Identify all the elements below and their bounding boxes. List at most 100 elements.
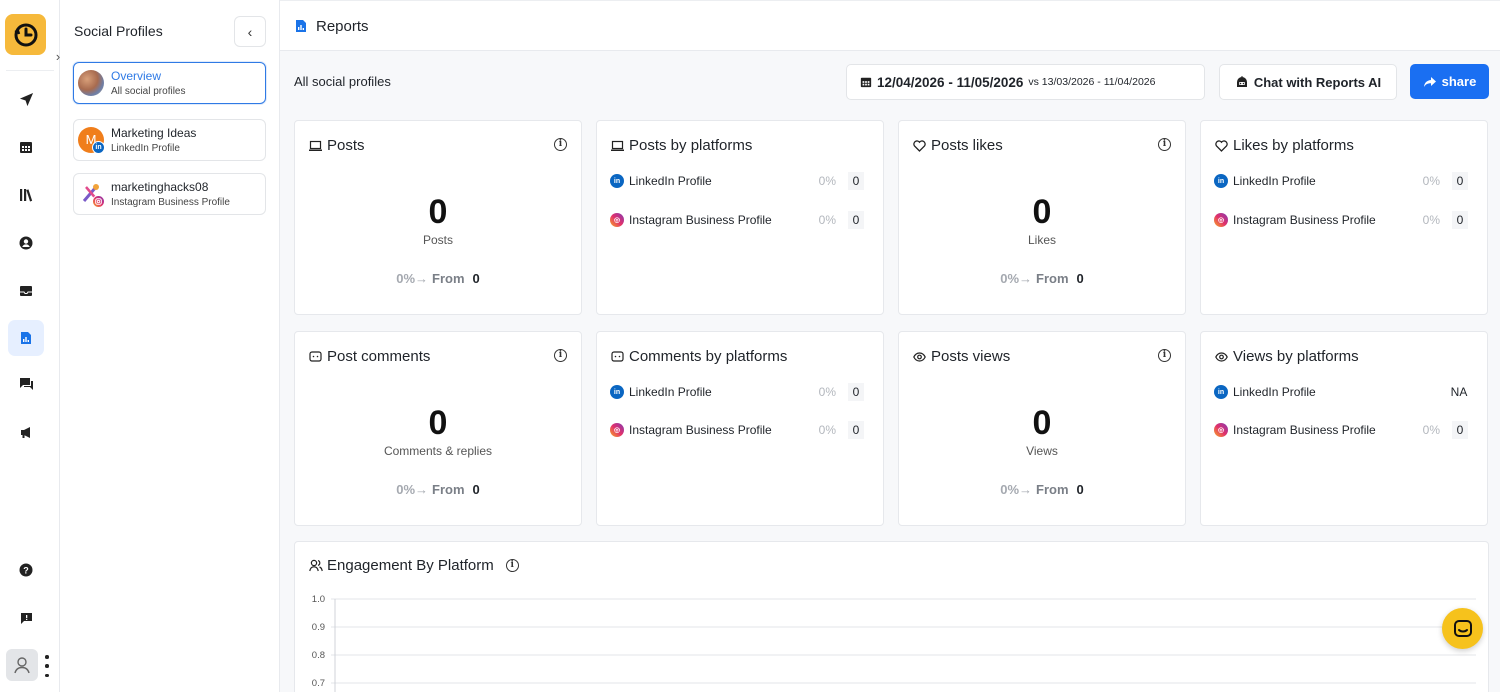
page-title: Reports	[316, 18, 369, 35]
arrow-right-icon: →	[1019, 482, 1033, 497]
posts-card: Posts i 0 Posts 0%→ From 0	[294, 120, 582, 315]
comment-icon	[611, 350, 624, 363]
rail-inbox-button[interactable]	[8, 273, 44, 309]
metric-label: Comments & replies	[383, 444, 493, 458]
linkedin-icon: in	[610, 174, 624, 188]
posts-likes-card: Posts likes i 0 Likes 0%→ From 0	[898, 120, 1186, 315]
profile-name: Overview	[111, 69, 162, 83]
svg-text:?: ?	[23, 566, 29, 576]
views-by-platforms-card: Views by platforms in LinkedIn Profile NA …	[1200, 331, 1488, 526]
y-tick-label: 0.8	[312, 650, 325, 661]
reports-icon	[21, 332, 31, 344]
collapse-panel-button[interactable]: ‹	[234, 16, 266, 47]
scope-label: All social profiles	[294, 74, 391, 89]
info-icon[interactable]: i	[505, 559, 519, 572]
heart-icon	[913, 139, 926, 152]
profile-subtitle: All social profiles	[111, 86, 186, 97]
linkedin-badge-icon: in	[92, 141, 105, 154]
library-icon	[19, 189, 32, 202]
chat-icon	[19, 378, 33, 390]
rail-help-button[interactable]: ?	[8, 552, 44, 588]
profile-name: marketinghacks08	[111, 180, 209, 194]
card-title: Likes by platforms	[1233, 137, 1354, 154]
send-icon	[19, 92, 33, 106]
calendar-icon	[860, 77, 872, 88]
arrow-right-icon: →	[415, 271, 429, 286]
rail-feedback-button[interactable]	[8, 600, 44, 636]
clock-logo-icon	[14, 23, 37, 46]
rail-library-button[interactable]	[8, 177, 44, 213]
social-profiles-panel: Social Profiles ‹ Overview All social pr…	[60, 0, 280, 692]
compare-range-value: vs 13/03/2026 - 11/04/2026	[1028, 76, 1156, 88]
platform-row-instagram: ◎ Instagram Business Profile 0% 0	[1214, 211, 1476, 229]
card-title: Post comments	[327, 348, 431, 365]
metric-label: Likes	[1027, 233, 1056, 247]
date-range-picker[interactable]: 12/04/2026 - 11/05/2026 vs 13/03/2026 - …	[846, 64, 1205, 100]
card-title: Posts views	[931, 348, 1011, 365]
profile-item-marketinghacks08[interactable]: marketinghacks08 Instagram Business Prof…	[73, 173, 266, 215]
platform-row-linkedin: in LinkedIn Profile 0% 0	[610, 172, 872, 190]
card-title: Engagement By Platform	[327, 557, 494, 574]
platform-row-linkedin: in LinkedIn Profile 0% 0	[610, 383, 872, 401]
y-tick-label: 0.7	[312, 678, 325, 689]
card-title: Posts	[327, 137, 365, 154]
help-icon: ?	[19, 563, 33, 577]
posts-views-card: Posts views i 0 Views 0%→ From 0	[898, 331, 1186, 526]
instagram-icon: ◎	[610, 423, 624, 437]
instagram-icon: ◎	[1214, 423, 1228, 437]
inbox-icon	[20, 286, 32, 296]
rail-calendar-button[interactable]	[8, 129, 44, 165]
instagram-icon: ◎	[1214, 213, 1228, 227]
metric-value: 0	[1032, 404, 1052, 442]
post-comments-card: Post comments i 0 Comments & replies 0%→…	[294, 331, 582, 526]
likes-by-platforms-card: Likes by platforms in LinkedIn Profile 0% 0…	[1200, 120, 1488, 315]
rail-campaigns-button[interactable]	[8, 414, 44, 450]
profile-item-overview[interactable]: Overview All social profiles	[73, 62, 266, 104]
profile-subtitle: LinkedIn Profile	[111, 143, 180, 154]
rail-messages-button[interactable]	[8, 366, 44, 402]
metric-label: Posts	[422, 233, 453, 247]
laptop-icon	[611, 139, 624, 152]
platform-row-linkedin: in LinkedIn Profile 0% 0	[1214, 172, 1476, 190]
comments-by-platforms-card: Comments by platforms in LinkedIn Profile…	[596, 331, 884, 526]
eye-icon	[1215, 350, 1228, 363]
card-title: Views by platforms	[1233, 348, 1359, 365]
users-icon	[309, 559, 323, 572]
instagram-icon: ◎	[610, 213, 624, 227]
more-options-button[interactable]	[42, 655, 52, 677]
chat-with-reports-ai-button[interactable]: Chat with Reports AI	[1219, 64, 1397, 100]
profile-item-marketing-ideas[interactable]: M in Marketing Ideas LinkedIn Profile	[73, 119, 266, 161]
support-chat-button[interactable]	[1442, 608, 1483, 649]
linkedin-icon: in	[1214, 174, 1228, 188]
calendar-icon	[20, 142, 32, 153]
share-button[interactable]: share	[1410, 64, 1489, 99]
app-logo[interactable]	[5, 14, 46, 55]
linkedin-icon: in	[610, 385, 624, 399]
chevron-left-icon: ‹	[247, 23, 253, 40]
arrow-right-icon: →	[1019, 271, 1033, 286]
comparison-line: 0%→ From 0	[396, 271, 480, 286]
comment-icon	[309, 350, 322, 363]
rail-publish-button[interactable]	[8, 81, 44, 117]
profile-subtitle: Instagram Business Profile	[111, 197, 230, 208]
user-avatar[interactable]	[6, 649, 38, 681]
laptop-icon	[309, 139, 322, 152]
platform-row-instagram: ◎ Instagram Business Profile 0% 0	[1214, 421, 1476, 439]
date-range-value: 12/04/2026 - 11/05/2026	[877, 74, 1024, 90]
metric-value: 0	[428, 404, 448, 442]
arrow-right-icon: →	[415, 482, 429, 497]
info-icon[interactable]: i	[1158, 138, 1171, 151]
metric-value: 0	[1032, 193, 1052, 231]
rail-accounts-button[interactable]	[8, 225, 44, 261]
comparison-line: 0%→ From 0	[396, 482, 480, 497]
info-icon[interactable]: i	[554, 138, 567, 151]
rail-reports-button[interactable]	[8, 320, 44, 356]
info-icon[interactable]: i	[1158, 349, 1171, 362]
chart-gridlines	[331, 598, 1476, 692]
platform-row-instagram: ◎ Instagram Business Profile 0% 0	[610, 211, 872, 229]
info-icon[interactable]: i	[554, 349, 567, 362]
panel-title: Social Profiles	[74, 23, 163, 39]
metric-value: 0	[428, 193, 448, 231]
chat-bubble-icon	[1453, 619, 1472, 637]
feedback-icon	[20, 612, 32, 624]
